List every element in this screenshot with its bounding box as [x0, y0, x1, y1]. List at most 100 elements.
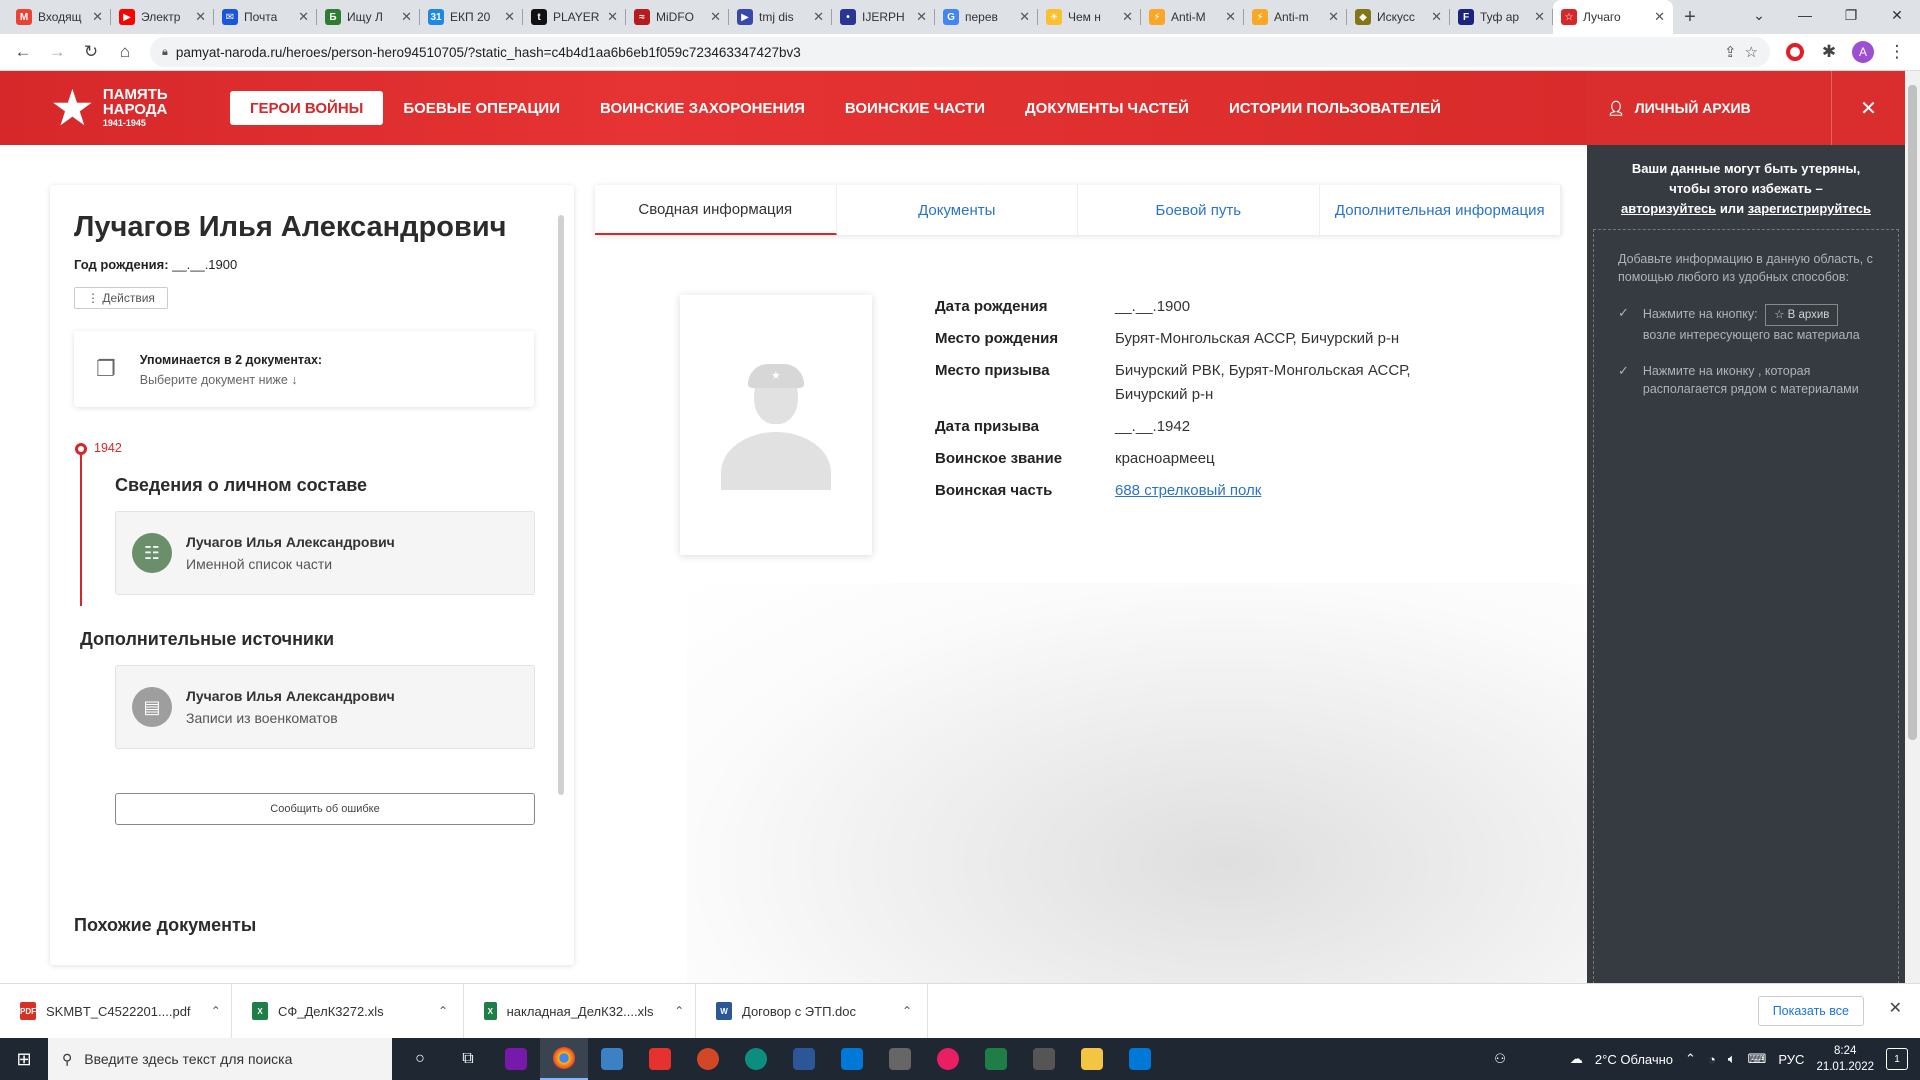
- tab-close-icon[interactable]: ✕: [916, 9, 927, 25]
- info-tab[interactable]: Документы: [837, 185, 1078, 235]
- chevron-up-icon[interactable]: ⌃: [423, 1004, 463, 1018]
- military-unit-link[interactable]: 688 стрелковый полк: [1115, 482, 1261, 499]
- register-link[interactable]: зарегистрируйтесь: [1748, 201, 1871, 216]
- chevron-up-icon[interactable]: ⌃: [664, 1004, 696, 1018]
- tab-close-icon[interactable]: ✕: [298, 9, 309, 25]
- actions-button[interactable]: ⋮ Действия: [74, 287, 168, 309]
- chrome-icon[interactable]: [540, 1038, 588, 1080]
- nav-item[interactable]: ДОКУМЕНТЫ ЧАСТЕЙ: [1005, 91, 1209, 125]
- tab-close-icon[interactable]: ✕: [1328, 9, 1339, 25]
- tab-close-icon[interactable]: ✕: [1534, 9, 1545, 25]
- url-text[interactable]: pamyat-naroda.ru/heroes/person-hero94510…: [176, 45, 1716, 60]
- tab-close-icon[interactable]: ✕: [1122, 9, 1133, 25]
- tab-close-icon[interactable]: ✕: [401, 9, 412, 25]
- nav-item[interactable]: ГЕРОИ ВОЙНЫ: [230, 91, 384, 125]
- tab-close-icon[interactable]: ✕: [1431, 9, 1442, 25]
- browser-tab[interactable]: ☆ Лучаго ✕: [1553, 0, 1673, 34]
- archive-title[interactable]: ЛИЧНЫЙ АРХИВ: [1635, 100, 1751, 116]
- browser-tab[interactable]: Б Ищу Л ✕: [317, 0, 420, 34]
- bookmark-star-icon[interactable]: ☆: [1745, 43, 1758, 61]
- site-logo[interactable]: ★ ПАМЯТЬ НАРОДА 1941-1945: [50, 83, 220, 133]
- excel-icon[interactable]: [972, 1038, 1020, 1080]
- tab-search-icon[interactable]: ⌄: [1736, 0, 1782, 30]
- browser-tab[interactable]: ⚡ Anti-M ✕: [1141, 0, 1244, 34]
- language-indicator[interactable]: РУС: [1778, 1052, 1804, 1067]
- info-tab[interactable]: Сводная информация: [595, 185, 837, 235]
- browser-tab[interactable]: ≈ MiDFO ✕: [626, 0, 729, 34]
- browser-tab[interactable]: ◆ Искусс ✕: [1347, 0, 1450, 34]
- extensions-icon[interactable]: ✱: [1814, 37, 1844, 67]
- tray-chevron-icon[interactable]: ⌃: [1685, 1051, 1696, 1067]
- browser-tab[interactable]: 31 ЕКП 20 ✕: [420, 0, 523, 34]
- browser-tab[interactable]: t PLAYER ✕: [523, 0, 626, 34]
- info-tab[interactable]: Боевой путь: [1078, 185, 1320, 235]
- tab-close-icon[interactable]: ✕: [195, 9, 206, 25]
- people-icon[interactable]: ⚇: [1494, 1051, 1506, 1067]
- show-all-downloads-button[interactable]: Показать все: [1757, 996, 1864, 1026]
- nav-item[interactable]: ВОИНСКИЕ ЗАХОРОНЕНИЯ: [580, 91, 825, 125]
- powerpoint-icon[interactable]: [684, 1038, 732, 1080]
- certificate-icon[interactable]: [876, 1038, 924, 1080]
- task-view-icon[interactable]: ⧉: [444, 1038, 492, 1080]
- info-tab[interactable]: Дополнительная информация: [1320, 185, 1561, 235]
- anydesk-icon[interactable]: [636, 1038, 684, 1080]
- restore-button[interactable]: ❐: [1828, 0, 1874, 30]
- edge-icon[interactable]: [732, 1038, 780, 1080]
- tab-close-icon[interactable]: ✕: [1019, 9, 1030, 25]
- nav-item[interactable]: БОЕВЫЕ ОПЕРАЦИИ: [383, 91, 580, 125]
- word-icon[interactable]: [780, 1038, 828, 1080]
- login-link[interactable]: авторизуйтесь: [1621, 201, 1716, 216]
- app-icon[interactable]: [588, 1038, 636, 1080]
- tab-close-icon[interactable]: ✕: [504, 9, 515, 25]
- cortana-icon[interactable]: ○: [396, 1038, 444, 1080]
- download-item[interactable]: PDF SKMBT_C4522201....pdf ⌃: [0, 983, 232, 1039]
- report-error-button[interactable]: Сообщить об ошибке: [115, 793, 535, 825]
- download-item[interactable]: X СФ_ДелК3272.xls ⌃: [232, 983, 464, 1039]
- taskbar-search[interactable]: ⚲ Введите здесь текст для поиска: [48, 1038, 392, 1080]
- explorer-icon[interactable]: [1068, 1038, 1116, 1080]
- keyboard-icon[interactable]: ⌨: [1748, 1051, 1767, 1067]
- downloads-close-icon[interactable]: ✕: [1889, 998, 1902, 1018]
- browser-tab[interactable]: ⚡ Anti-m ✕: [1244, 0, 1347, 34]
- windows-start-icon[interactable]: ⊞: [0, 1038, 48, 1080]
- volume-icon[interactable]: 🔈︎: [1728, 1051, 1736, 1067]
- nav-item[interactable]: ВОИНСКИЕ ЧАСТИ: [825, 91, 1005, 125]
- address-bar[interactable]: 🔒︎ pamyat-naroda.ru/heroes/person-hero94…: [150, 37, 1770, 67]
- close-window-button[interactable]: ✕: [1874, 0, 1920, 30]
- download-item[interactable]: Xнакладная_ДелК32....xls ⌃: [464, 983, 696, 1039]
- tab-close-icon[interactable]: ✕: [607, 9, 618, 25]
- new-tab-button[interactable]: +: [1673, 0, 1707, 34]
- browser-tab[interactable]: Gперев ✕: [935, 0, 1038, 34]
- browser-tab[interactable]: • IJERPH ✕: [832, 0, 935, 34]
- clock[interactable]: 8:24 21.01.2022: [1816, 1043, 1874, 1075]
- chevron-up-icon[interactable]: ⌃: [887, 1004, 927, 1018]
- archive-dropzone[interactable]: Добавьте информацию в данную область, с …: [1593, 229, 1899, 989]
- nav-item[interactable]: ИСТОРИИ ПОЛЬЗОВАТЕЛЕЙ: [1209, 91, 1461, 125]
- menu-icon[interactable]: ⋮: [1882, 37, 1912, 67]
- weather-text[interactable]: 2°C Облачно: [1595, 1052, 1673, 1067]
- home-icon[interactable]: ⌂: [110, 37, 140, 67]
- lock-icon[interactable]: 🔒︎: [162, 46, 168, 59]
- tab-close-icon[interactable]: ✕: [1225, 9, 1236, 25]
- forward-icon[interactable]: →: [42, 37, 72, 67]
- browser-tab[interactable]: M Входящ ✕: [8, 0, 111, 34]
- opera-icon[interactable]: [1780, 37, 1810, 67]
- browser-tab[interactable]: ▶ Электр ✕: [111, 0, 214, 34]
- browser-tab[interactable]: ▶ tmj dis ✕: [729, 0, 832, 34]
- source-card-records[interactable]: ▤ Лучагов Илья Александрович Записи из в…: [115, 665, 535, 749]
- source-card-personnel[interactable]: ☷ Лучагов Илья Александрович Именной спи…: [115, 511, 535, 595]
- page-scrollbar[interactable]: [1905, 71, 1920, 983]
- reload-icon[interactable]: ↻: [76, 37, 106, 67]
- store-icon[interactable]: [828, 1038, 876, 1080]
- paint-icon[interactable]: [924, 1038, 972, 1080]
- network-icon[interactable]: ◔: [1708, 1052, 1716, 1067]
- minimize-button[interactable]: —: [1782, 0, 1828, 30]
- calculator-icon[interactable]: [1020, 1038, 1068, 1080]
- share-icon[interactable]: ⇪: [1724, 43, 1737, 61]
- profile-avatar[interactable]: A: [1848, 37, 1878, 67]
- tab-close-icon[interactable]: ✕: [813, 9, 824, 25]
- browser-tab[interactable]: ✉ Почта ✕: [214, 0, 317, 34]
- tab-close-icon[interactable]: ✕: [1654, 9, 1665, 25]
- back-icon[interactable]: ←: [8, 37, 38, 67]
- card-scrollbar[interactable]: [558, 215, 564, 795]
